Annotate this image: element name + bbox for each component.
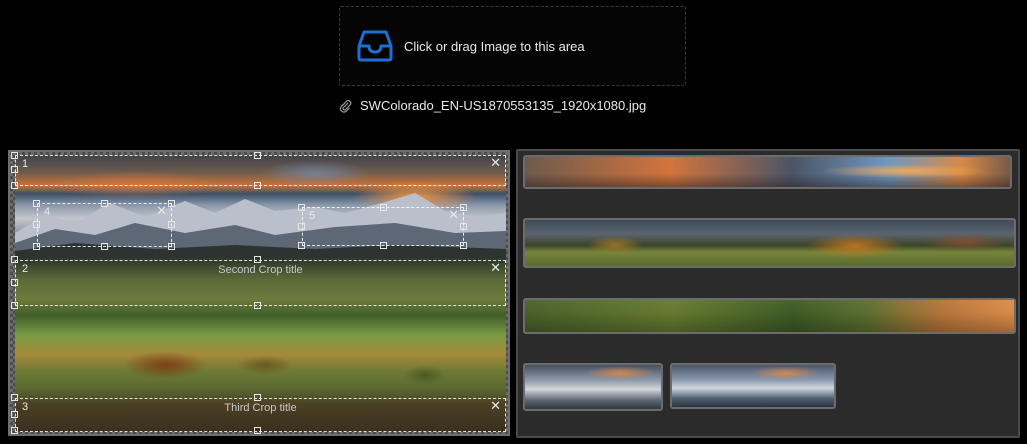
resize-handle[interactable] xyxy=(168,243,175,250)
resize-handle[interactable] xyxy=(101,200,108,207)
resize-handle[interactable] xyxy=(254,394,261,401)
resize-handle[interactable] xyxy=(168,200,175,207)
resize-handle[interactable] xyxy=(168,221,175,228)
crop-region-4[interactable]: 4 ✕ xyxy=(37,203,172,247)
resize-handle[interactable] xyxy=(11,411,18,418)
resize-handle[interactable] xyxy=(11,302,18,309)
resize-handle[interactable] xyxy=(11,427,18,434)
resize-handle[interactable] xyxy=(11,394,18,401)
close-icon[interactable]: ✕ xyxy=(490,261,501,274)
close-icon[interactable]: ✕ xyxy=(490,399,501,412)
resize-handle[interactable] xyxy=(460,204,467,211)
resize-handle[interactable] xyxy=(101,243,108,250)
resize-handle[interactable] xyxy=(254,152,261,159)
resize-handle[interactable] xyxy=(254,302,261,309)
resize-handle[interactable] xyxy=(460,223,467,230)
paperclip-icon xyxy=(338,99,352,113)
resize-handle[interactable] xyxy=(298,223,305,230)
resize-handle[interactable] xyxy=(11,152,18,159)
upload-prompt: Click or drag Image to this area xyxy=(404,38,585,54)
image-cropper[interactable]: 1 ✕ 2 Second Crop title ✕ 3 Third Crop t… xyxy=(8,150,510,436)
close-icon[interactable]: ✕ xyxy=(448,208,459,221)
upload-dropzone[interactable]: Click or drag Image to this area xyxy=(339,6,686,86)
crop-title: Second Crop title xyxy=(218,264,303,276)
crop-preview-panel xyxy=(516,149,1020,438)
inbox-icon xyxy=(356,27,394,65)
crop-preview-1[interactable] xyxy=(523,155,1012,189)
resize-handle[interactable] xyxy=(380,204,387,211)
resize-handle[interactable] xyxy=(11,166,18,173)
uploaded-file[interactable]: SWColorado_EN-US1870553135_1920x1080.jpg xyxy=(338,98,646,113)
close-icon[interactable]: ✕ xyxy=(156,204,167,217)
resize-handle[interactable] xyxy=(380,242,387,249)
crop-preview-3[interactable] xyxy=(523,298,1016,334)
crop-title: Third Crop title xyxy=(224,402,297,414)
crop-number: 4 xyxy=(44,206,51,218)
resize-handle[interactable] xyxy=(254,182,261,189)
crop-number: 1 xyxy=(22,158,29,170)
resize-handle[interactable] xyxy=(254,427,261,434)
resize-handle[interactable] xyxy=(33,221,40,228)
crop-preview-4[interactable] xyxy=(523,363,663,411)
crop-preview-5[interactable] xyxy=(670,363,836,409)
close-icon[interactable]: ✕ xyxy=(490,156,501,169)
resize-handle[interactable] xyxy=(11,256,18,263)
crop-region-5[interactable]: 5 ✕ xyxy=(302,207,464,246)
file-name[interactable]: SWColorado_EN-US1870553135_1920x1080.jpg xyxy=(360,98,646,113)
resize-handle[interactable] xyxy=(298,242,305,249)
resize-handle[interactable] xyxy=(254,256,261,263)
crop-number: 5 xyxy=(309,210,316,222)
crop-preview-2[interactable] xyxy=(523,218,1016,268)
crop-region-2[interactable]: 2 Second Crop title ✕ xyxy=(15,260,506,306)
resize-handle[interactable] xyxy=(33,200,40,207)
resize-handle[interactable] xyxy=(11,182,18,189)
resize-handle[interactable] xyxy=(460,242,467,249)
resize-handle[interactable] xyxy=(33,243,40,250)
resize-handle[interactable] xyxy=(11,279,18,286)
resize-handle[interactable] xyxy=(298,204,305,211)
